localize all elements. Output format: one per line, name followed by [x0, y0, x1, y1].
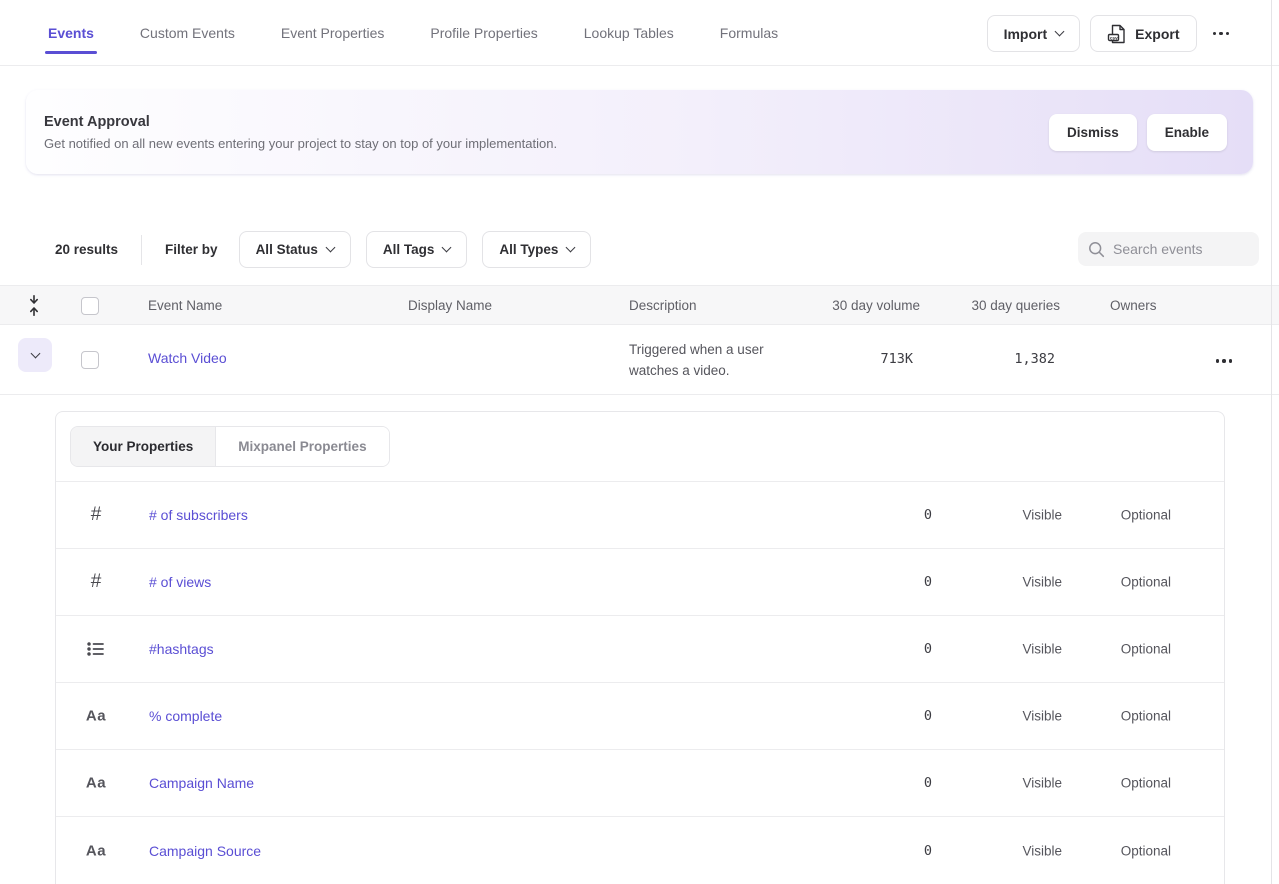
export-button[interactable]: csv Export [1090, 15, 1196, 52]
property-value: 0 [924, 507, 932, 523]
chevron-down-icon [1055, 27, 1065, 37]
event-approval-banner: Event Approval Get notified on all new e… [26, 90, 1253, 174]
event-30-day-volume: 713K [880, 351, 913, 367]
property-visibility: Visible [1022, 575, 1062, 590]
topnav-actions: Import csv Export [987, 15, 1235, 52]
property-requirement: Optional [1121, 843, 1171, 858]
property-name-link[interactable]: # of subscribers [149, 507, 248, 523]
property-row-complete: Aa % complete 0 Visible Optional [56, 683, 1224, 750]
event-row-watch-video: Watch Video Triggered when a user watche… [0, 325, 1279, 395]
event-name-link[interactable]: Watch Video [148, 350, 227, 366]
text-type-icon: Aa [86, 842, 106, 859]
property-row-of-subscribers: # # of subscribers 0 Visible Optional [56, 482, 1224, 549]
property-row-campaign-source: Aa Campaign Source 0 Visible Optional [56, 817, 1224, 884]
column-description: Description [629, 286, 697, 326]
column-event-name: Event Name [148, 286, 222, 326]
property-row-hashtags: #hashtags 0 Visible Optional [56, 616, 1224, 683]
property-row-of-views: # # of views 0 Visible Optional [56, 549, 1224, 616]
nav-tab-lookup-tables[interactable]: Lookup Tables [584, 0, 674, 65]
property-requirement: Optional [1121, 508, 1171, 523]
property-visibility: Visible [1022, 843, 1062, 858]
svg-text:csv: csv [1110, 35, 1118, 40]
property-name-link[interactable]: Campaign Name [149, 775, 254, 791]
column-30-day-volume: 30 day volume [832, 286, 920, 326]
filter-row: 20 results Filter by All Status All Tags… [0, 231, 1279, 268]
property-visibility: Visible [1022, 709, 1062, 724]
more-options-icon[interactable] [1207, 22, 1236, 46]
text-type-icon: Aa [86, 708, 106, 725]
property-value: 0 [924, 574, 932, 590]
number-type-icon: # [91, 504, 102, 526]
enable-button[interactable]: Enable [1147, 114, 1227, 151]
nav-tab-custom-events[interactable]: Custom Events [140, 0, 235, 65]
row-checkbox[interactable] [81, 351, 99, 369]
property-visibility: Visible [1022, 642, 1062, 657]
property-row-campaign-name: Aa Campaign Name 0 Visible Optional [56, 750, 1224, 817]
divider [141, 235, 142, 265]
property-name-link[interactable]: % complete [149, 708, 222, 724]
nav-tab-profile-properties[interactable]: Profile Properties [430, 0, 537, 65]
column-display-name: Display Name [408, 286, 492, 326]
search-box[interactable] [1078, 232, 1259, 266]
property-name-link[interactable]: #hashtags [149, 641, 214, 657]
property-requirement: Optional [1121, 709, 1171, 724]
text-type-icon: Aa [86, 775, 106, 792]
banner-title: Event Approval [44, 114, 557, 130]
top-navigation: Events Custom Events Event Properties Profi… [0, 0, 1279, 66]
property-requirement: Optional [1121, 642, 1171, 657]
event-30-day-queries: 1,382 [1014, 351, 1055, 367]
filter-by-label: Filter by [165, 242, 218, 257]
property-visibility: Visible [1022, 776, 1062, 791]
chevron-down-icon [442, 243, 452, 253]
properties-panel: Your PropertiesMixpanel Properties # # o… [55, 411, 1225, 884]
collapse-row-button[interactable] [18, 338, 52, 372]
column-30-day-queries: 30 day queries [971, 286, 1060, 326]
dismiss-button[interactable]: Dismiss [1049, 114, 1137, 151]
property-rows: # # of subscribers 0 Visible Optional # … [56, 482, 1224, 884]
property-name-link[interactable]: Campaign Source [149, 843, 261, 859]
property-value: 0 [924, 641, 932, 657]
chevron-down-icon [30, 348, 40, 358]
property-requirement: Optional [1121, 776, 1171, 791]
property-value: 0 [924, 775, 932, 791]
list-type-icon [87, 642, 105, 656]
select-all-checkbox[interactable] [81, 297, 99, 315]
property-requirement: Optional [1121, 575, 1171, 590]
panel-tab-your-properties[interactable]: Your Properties [71, 427, 215, 466]
panel-tabs: Your PropertiesMixpanel Properties [70, 426, 390, 467]
nav-tab-event-properties[interactable]: Event Properties [281, 0, 385, 65]
content-right-border [1271, 0, 1272, 884]
nav-tabs: Events Custom Events Event Properties Profi… [48, 0, 778, 65]
collapse-all-icon[interactable] [27, 295, 41, 316]
filter-dropdowns: All Status All Tags All Types [239, 231, 607, 268]
property-visibility: Visible [1022, 508, 1062, 523]
nav-tab-events[interactable]: Events [48, 0, 94, 65]
property-value: 0 [924, 843, 932, 859]
import-button[interactable]: Import [987, 15, 1081, 52]
nav-tab-formulas[interactable]: Formulas [720, 0, 778, 65]
csv-file-icon: csv [1107, 24, 1126, 44]
column-owners: Owners [1110, 286, 1157, 326]
panel-tab-mixpanel-properties[interactable]: Mixpanel Properties [215, 427, 388, 466]
event-description: Triggered when a user watches a video. [629, 339, 764, 381]
chevron-down-icon [325, 243, 335, 253]
number-type-icon: # [91, 571, 102, 593]
banner-subtitle: Get notified on all new events entering … [44, 136, 557, 151]
filter-dropdown-all-types[interactable]: All Types [482, 231, 591, 268]
search-input[interactable] [1113, 241, 1243, 257]
chevron-down-icon [566, 243, 576, 253]
search-icon [1088, 241, 1105, 258]
filter-dropdown-all-tags[interactable]: All Tags [366, 231, 468, 268]
filter-dropdown-all-status[interactable]: All Status [239, 231, 351, 268]
events-table-header: Event Name Display Name Description 30 d… [0, 285, 1279, 325]
row-more-options-icon[interactable] [1210, 349, 1239, 373]
property-name-link[interactable]: # of views [149, 574, 211, 590]
property-value: 0 [924, 708, 932, 724]
results-count: 20 results [55, 242, 118, 257]
